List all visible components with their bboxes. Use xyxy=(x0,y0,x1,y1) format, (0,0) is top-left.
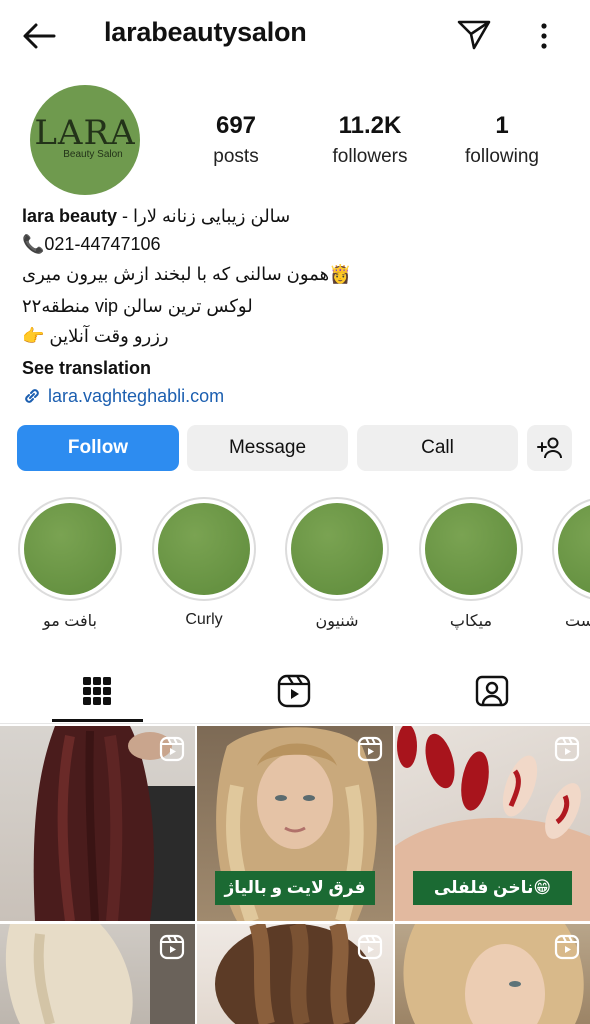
highlight-cover xyxy=(558,503,590,595)
post-thumbnail[interactable] xyxy=(197,924,393,1024)
tagged-icon[interactable] xyxy=(474,673,510,709)
highlight-ring xyxy=(552,497,590,601)
highlight-cover xyxy=(24,503,116,595)
bio-name-rest: - سالن زیبایی زنانه لارا xyxy=(117,206,291,226)
following-label: following xyxy=(465,146,539,167)
profile-tabs xyxy=(0,660,590,724)
reel-badge-icon xyxy=(554,736,580,762)
reel-badge-icon xyxy=(357,934,383,960)
avatar-subtitle: Beauty Salon xyxy=(63,149,123,160)
highlight-label: میکاپ xyxy=(449,613,493,630)
active-tab-indicator xyxy=(52,719,143,722)
highlight-item[interactable]: شنیون xyxy=(284,497,390,631)
highlight-item[interactable]: Curly xyxy=(151,497,257,631)
add-person-icon xyxy=(536,437,562,459)
post-thumbnail[interactable]: فرق لایت و بالیاژ xyxy=(197,726,393,921)
message-button[interactable]: Message xyxy=(187,425,348,471)
stat-following[interactable]: 1 following xyxy=(452,112,552,168)
grid-icon[interactable] xyxy=(79,673,115,709)
posts-label: posts xyxy=(213,146,259,167)
following-count: 1 xyxy=(495,112,509,139)
highlight-ring xyxy=(18,497,122,601)
post-thumbnail[interactable] xyxy=(0,726,195,921)
post-overlay-text: ناخن فلفلی😁 xyxy=(413,871,572,905)
bio-website[interactable]: lara.vaghteghabli.com xyxy=(22,385,224,407)
highlight-ring xyxy=(285,497,389,601)
suggest-people-button[interactable] xyxy=(527,425,572,471)
highlight-ring xyxy=(152,497,256,601)
link-icon xyxy=(25,389,39,403)
posts-count: 697 xyxy=(215,112,257,139)
call-button[interactable]: Call xyxy=(357,425,518,471)
follow-button[interactable]: Follow xyxy=(17,425,179,471)
bio-name-line: lara beauty - سالن زیبایی زنانه لارا xyxy=(22,205,290,227)
highlight-item[interactable]: میکاپ xyxy=(418,497,524,631)
bio-line: همون سالنی که با لبخند ازش بیرون میری👸 xyxy=(22,264,352,284)
reels-icon[interactable] xyxy=(276,673,312,709)
top-bar: larabeautysalon xyxy=(0,0,590,70)
stat-followers[interactable]: 11.2K followers xyxy=(320,112,420,168)
reel-badge-icon xyxy=(159,934,185,960)
bio-line: ۲۲منطقه vip لوکس ترین سالن xyxy=(22,296,253,316)
highlight-cover xyxy=(425,503,517,595)
highlight-label: بافت مو xyxy=(43,613,97,630)
see-translation-link[interactable]: See translation xyxy=(22,357,151,379)
paper-plane-icon[interactable] xyxy=(456,18,492,52)
arrow-left-icon[interactable] xyxy=(20,20,60,52)
stat-posts[interactable]: 697 posts xyxy=(196,112,276,168)
avatar-logo-text: LARA xyxy=(34,113,136,153)
profile-username: larabeautysalon xyxy=(104,17,307,47)
highlight-item[interactable]: بافت مو xyxy=(17,497,123,631)
highlight-cover xyxy=(158,503,250,595)
post-thumbnail[interactable] xyxy=(395,924,590,1024)
avatar[interactable]: LARA Beauty Salon xyxy=(30,85,140,195)
post-overlay-text: فرق لایت و بالیاژ xyxy=(215,871,375,905)
website-url[interactable]: lara.vaghteghabli.com xyxy=(48,385,224,407)
post-thumbnail[interactable] xyxy=(0,924,195,1024)
highlight-cover xyxy=(291,503,383,595)
bio-phone[interactable]: 📞021-44747106 xyxy=(22,233,161,255)
more-vertical-icon[interactable] xyxy=(532,20,556,52)
highlight-label: شنیون xyxy=(315,613,359,630)
reel-badge-icon xyxy=(554,934,580,960)
post-thumbnail[interactable]: ناخن فلفلی😁 xyxy=(395,726,590,921)
bio-line: 👉 رزرو وقت آنلاین xyxy=(22,326,169,346)
highlight-item-clipped[interactable]: ست xyxy=(551,497,590,637)
followers-count: 11.2K xyxy=(338,112,402,139)
highlight-ring xyxy=(419,497,523,601)
highlight-label: ست xyxy=(565,613,590,630)
followers-label: followers xyxy=(332,146,408,167)
reel-badge-icon xyxy=(159,736,185,762)
reel-badge-icon xyxy=(357,736,383,762)
bio-name-bold: lara beauty xyxy=(22,206,118,226)
highlight-label: Curly xyxy=(185,611,223,628)
